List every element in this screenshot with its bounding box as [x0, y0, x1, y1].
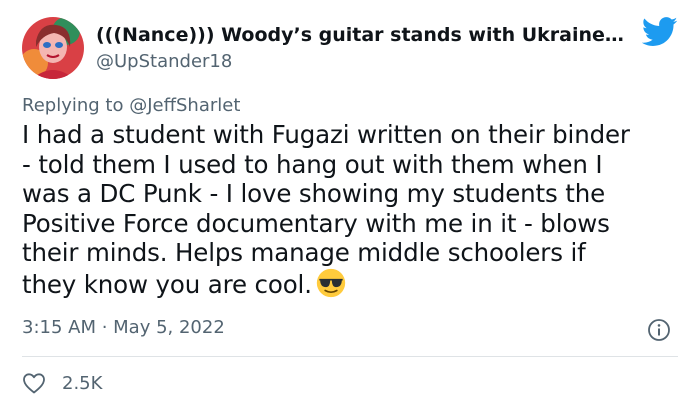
heart-icon[interactable]: [22, 372, 46, 394]
sunglasses-emoji-icon: [316, 268, 346, 298]
avatar[interactable]: [22, 17, 84, 79]
reply-mention-link[interactable]: @JeffSharlet: [129, 95, 240, 116]
twitter-bird-icon[interactable]: [642, 17, 678, 47]
tweet-body: I had a student with Fugazi written on t…: [22, 120, 682, 300]
tweet-card: (((Nance))) Woody’s guitar stands with U…: [0, 0, 700, 410]
author-handle[interactable]: @UpStander18: [96, 51, 232, 72]
info-icon[interactable]: [647, 318, 671, 342]
reply-context: Replying to @JeffSharlet: [22, 95, 240, 116]
tweet-timestamp[interactable]: 3:15 AM · May 5, 2022: [22, 317, 225, 338]
divider: [22, 356, 678, 357]
like-button[interactable]: 2.5K: [22, 371, 102, 395]
author-display-name[interactable]: (((Nance))) Woody’s guitar stands with U…: [96, 24, 624, 46]
reply-prefix: Replying to: [22, 95, 130, 116]
like-count: 2.5K: [62, 372, 103, 394]
